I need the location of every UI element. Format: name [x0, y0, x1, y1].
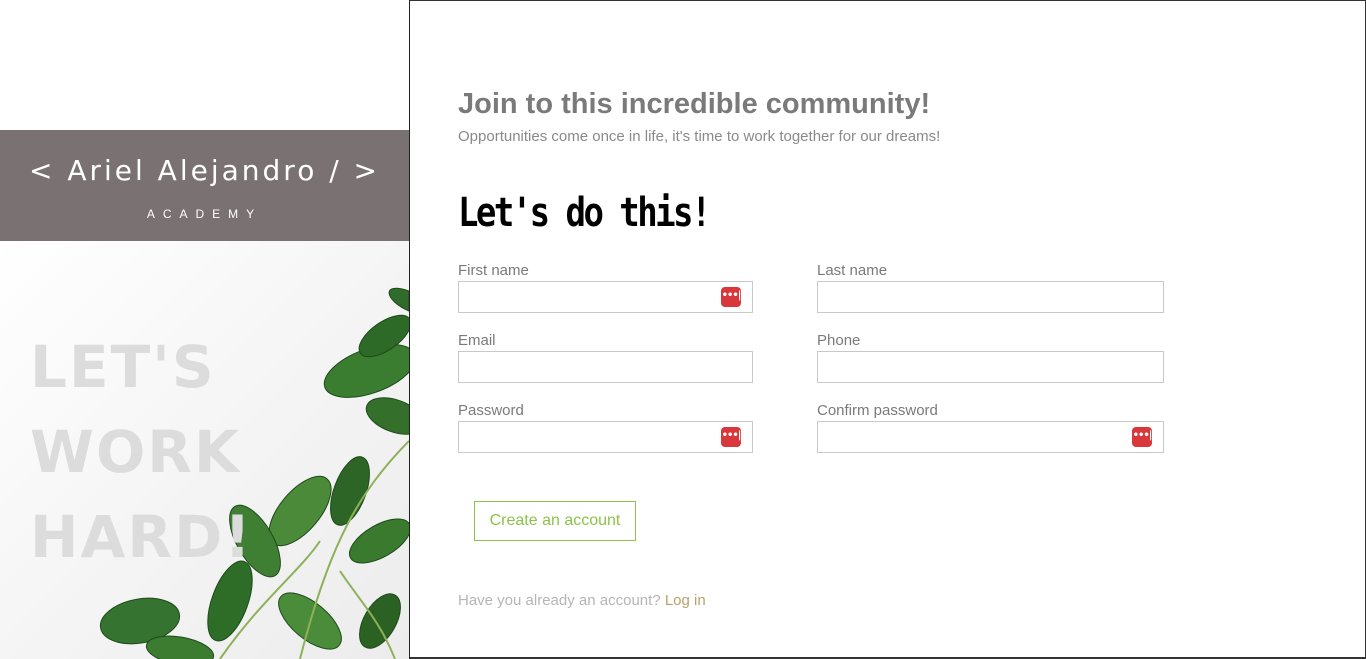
- confirm-password-input[interactable]: [817, 421, 1164, 453]
- hero-line: HARD!: [30, 503, 253, 571]
- password-manager-icon[interactable]: •••|: [721, 287, 741, 307]
- login-prompt: Have you already an account? Log in: [458, 592, 706, 609]
- hero-line: WORK: [30, 418, 241, 486]
- first-name-label: First name: [458, 262, 529, 279]
- main-content: Join to this incredible community! Oppor…: [458, 0, 1358, 659]
- login-link[interactable]: Log in: [665, 592, 706, 609]
- password-label: Password: [458, 402, 524, 419]
- brand-name: < Ariel Alejandro / >: [28, 154, 381, 187]
- last-name-label: Last name: [817, 262, 888, 279]
- login-prompt-text: Have you already an account?: [458, 592, 661, 609]
- left-panel: < Ariel Alejandro / > ACADEMY LET'S WORK…: [0, 0, 410, 659]
- last-name-input[interactable]: [817, 281, 1164, 313]
- phone-label: Phone: [817, 332, 861, 349]
- page-headline: Join to this incredible community!: [458, 88, 931, 120]
- brand-subtitle: ACADEMY: [146, 207, 263, 221]
- page-subline: Opportunities come once in life, it's ti…: [458, 128, 941, 145]
- create-account-button[interactable]: Create an account: [474, 501, 636, 541]
- hero-slogan: LET'S WORK HARD!: [30, 325, 253, 580]
- password-manager-icon[interactable]: •••|: [721, 427, 741, 447]
- confirm-password-label: Confirm password: [817, 402, 938, 419]
- phone-input[interactable]: [817, 351, 1164, 383]
- brand-banner: < Ariel Alejandro / > ACADEMY: [0, 130, 409, 241]
- form-title: Let's do this!: [458, 190, 711, 236]
- email-input[interactable]: [458, 351, 753, 383]
- email-label: Email: [458, 332, 496, 349]
- password-input[interactable]: [458, 421, 753, 453]
- hero-line: LET'S: [30, 333, 216, 401]
- first-name-input[interactable]: [458, 281, 753, 313]
- password-manager-icon[interactable]: •••|: [1132, 427, 1152, 447]
